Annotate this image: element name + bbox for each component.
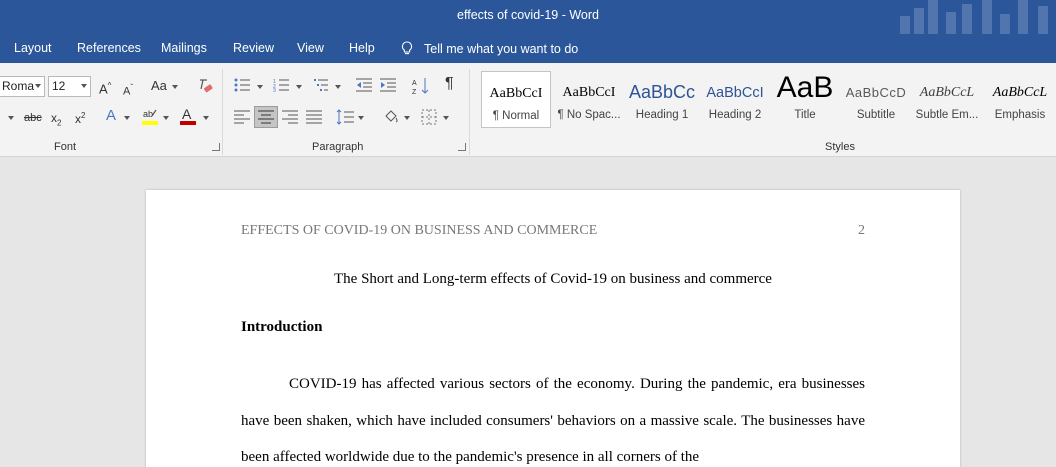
align-left-icon[interactable] — [234, 110, 250, 124]
text-effects-dropdown-icon[interactable] — [124, 116, 130, 120]
change-case-icon[interactable]: Aa — [151, 79, 167, 93]
multilevel-dropdown-icon[interactable] — [335, 85, 341, 89]
body-paragraph: COVID-19 has affected various sectors of… — [241, 376, 865, 465]
font-size-combo[interactable]: 12 — [48, 76, 91, 97]
style-sample: AaBbCcL — [992, 85, 1048, 100]
text-effects-icon[interactable]: A — [106, 108, 116, 123]
style-title[interactable]: AaB Title — [770, 71, 840, 128]
style-sample: AaBbCcI — [489, 86, 543, 101]
group-divider — [469, 69, 470, 155]
style-label: Title — [794, 109, 816, 121]
style-heading-1[interactable]: AaBbCc Heading 1 — [627, 71, 697, 128]
font-dialog-launcher-icon[interactable] — [212, 143, 220, 151]
tab-references[interactable]: References — [77, 41, 141, 55]
paragraph-group-label: Paragraph — [312, 141, 364, 153]
ribbon-tabs: Layout References Mailings Review View H… — [0, 34, 1056, 63]
style-emphasis[interactable]: AaBbCcL Emphasis — [985, 71, 1055, 128]
shrink-font-icon[interactable]: Aˇ — [123, 81, 133, 99]
style-sample: AaB — [776, 71, 834, 104]
lightbulb-icon — [401, 41, 413, 55]
borders-icon[interactable] — [421, 109, 437, 125]
tab-view[interactable]: View — [297, 41, 324, 55]
change-case-dropdown-icon[interactable] — [172, 85, 178, 89]
bullets-dropdown-icon[interactable] — [257, 85, 263, 89]
sort-icon[interactable]: AZ — [412, 77, 430, 95]
decrease-indent-icon[interactable] — [356, 78, 372, 92]
style-subtitle[interactable]: AaBbCcD Subtitle — [841, 71, 911, 128]
bullets-icon[interactable] — [234, 78, 250, 92]
font-size-value: 12 — [52, 79, 66, 93]
font-color-icon[interactable]: A — [180, 107, 196, 127]
grow-font-icon[interactable]: A^ — [99, 79, 111, 96]
shading-icon[interactable] — [382, 108, 400, 126]
group-divider — [222, 69, 223, 155]
font-name-combo[interactable]: Roma — [0, 76, 45, 97]
multilevel-list-icon[interactable] — [312, 78, 328, 92]
subscript-icon[interactable]: x2 — [51, 111, 61, 130]
style-sample: AaBbCcI — [706, 85, 764, 101]
styles-group-label: Styles — [825, 141, 855, 153]
style-label: Subtle Em... — [915, 109, 979, 121]
style-label: Heading 1 — [635, 109, 689, 121]
document-page[interactable]: EFFECTS OF COVID-19 ON BUSINESS AND COMM… — [146, 190, 960, 467]
numbering-icon[interactable]: 123 — [273, 78, 289, 92]
svg-text:Z: Z — [412, 89, 417, 95]
tab-review[interactable]: Review — [233, 41, 274, 55]
underline-dropdown-icon[interactable] — [8, 116, 14, 120]
line-spacing-dropdown-icon[interactable] — [358, 116, 364, 120]
ribbon-home: Roma 12 A^ Aˇ Aa abc x2 x2 A ab A Font 1… — [0, 63, 1056, 157]
svg-text:ab: ab — [143, 109, 153, 119]
style-no-spacing[interactable]: AaBbCcI ¶ No Spac... — [554, 71, 624, 128]
strikethrough-icon[interactable]: abc — [24, 111, 42, 125]
numbering-dropdown-icon[interactable] — [296, 85, 302, 89]
font-name-value: Roma — [2, 79, 35, 93]
align-center-icon[interactable] — [254, 106, 278, 128]
document-canvas[interactable]: EFFECTS OF COVID-19 ON BUSINESS AND COMM… — [0, 158, 1056, 467]
style-sample: AaBbCc — [628, 82, 696, 102]
document-title: The Short and Long-term effects of Covid… — [334, 271, 772, 287]
style-label: ¶ No Spac... — [557, 109, 621, 121]
style-sample: AaBbCcL — [919, 85, 975, 100]
tell-me-text: Tell me what you want to do — [424, 42, 579, 56]
title-bar-decoration — [896, 0, 1056, 34]
style-label: Subtitle — [856, 109, 896, 121]
running-head: EFFECTS OF COVID-19 ON BUSINESS AND COMM… — [241, 223, 598, 238]
clear-formatting-icon[interactable] — [197, 78, 213, 94]
style-label: Emphasis — [994, 109, 1046, 121]
highlight-icon[interactable]: ab — [142, 107, 158, 127]
align-right-icon[interactable] — [282, 110, 298, 124]
style-sample: AaBbCcI — [562, 85, 616, 100]
styles-gallery: AaBbCcI ¶ Normal AaBbCcI ¶ No Spac... Aa… — [478, 71, 1056, 131]
style-heading-2[interactable]: AaBbCcI Heading 2 — [700, 71, 770, 128]
svg-text:3: 3 — [273, 88, 276, 92]
section-heading: Introduction — [241, 319, 323, 335]
justify-icon[interactable] — [306, 110, 322, 124]
style-label: Heading 2 — [708, 109, 762, 121]
font-group-label: Font — [54, 141, 77, 153]
style-normal[interactable]: AaBbCcI ¶ Normal — [481, 71, 551, 128]
show-formatting-marks-icon[interactable]: ¶ — [445, 76, 454, 92]
tell-me-box[interactable]: Tell me what you want to do — [401, 41, 578, 56]
superscript-icon[interactable]: x2 — [75, 109, 85, 126]
title-bar: effects of covid-19 - Word — [0, 0, 1056, 34]
page-number: 2 — [858, 223, 865, 238]
tab-mailings[interactable]: Mailings — [161, 41, 207, 55]
tab-help[interactable]: Help — [349, 41, 375, 55]
svg-text:A: A — [412, 80, 417, 87]
borders-dropdown-icon[interactable] — [443, 116, 449, 120]
highlight-dropdown-icon[interactable] — [163, 116, 169, 120]
line-spacing-icon[interactable] — [336, 109, 354, 125]
style-label: ¶ Normal — [492, 110, 540, 122]
style-sample: AaBbCcD — [845, 85, 907, 100]
paragraph-dialog-launcher-icon[interactable] — [458, 143, 466, 151]
tab-layout[interactable]: Layout — [14, 41, 52, 55]
increase-indent-icon[interactable] — [380, 78, 396, 92]
svg-text:A: A — [182, 107, 192, 122]
font-color-dropdown-icon[interactable] — [203, 116, 209, 120]
style-subtle-emphasis[interactable]: AaBbCcL Subtle Em... — [912, 71, 982, 128]
shading-dropdown-icon[interactable] — [404, 116, 410, 120]
